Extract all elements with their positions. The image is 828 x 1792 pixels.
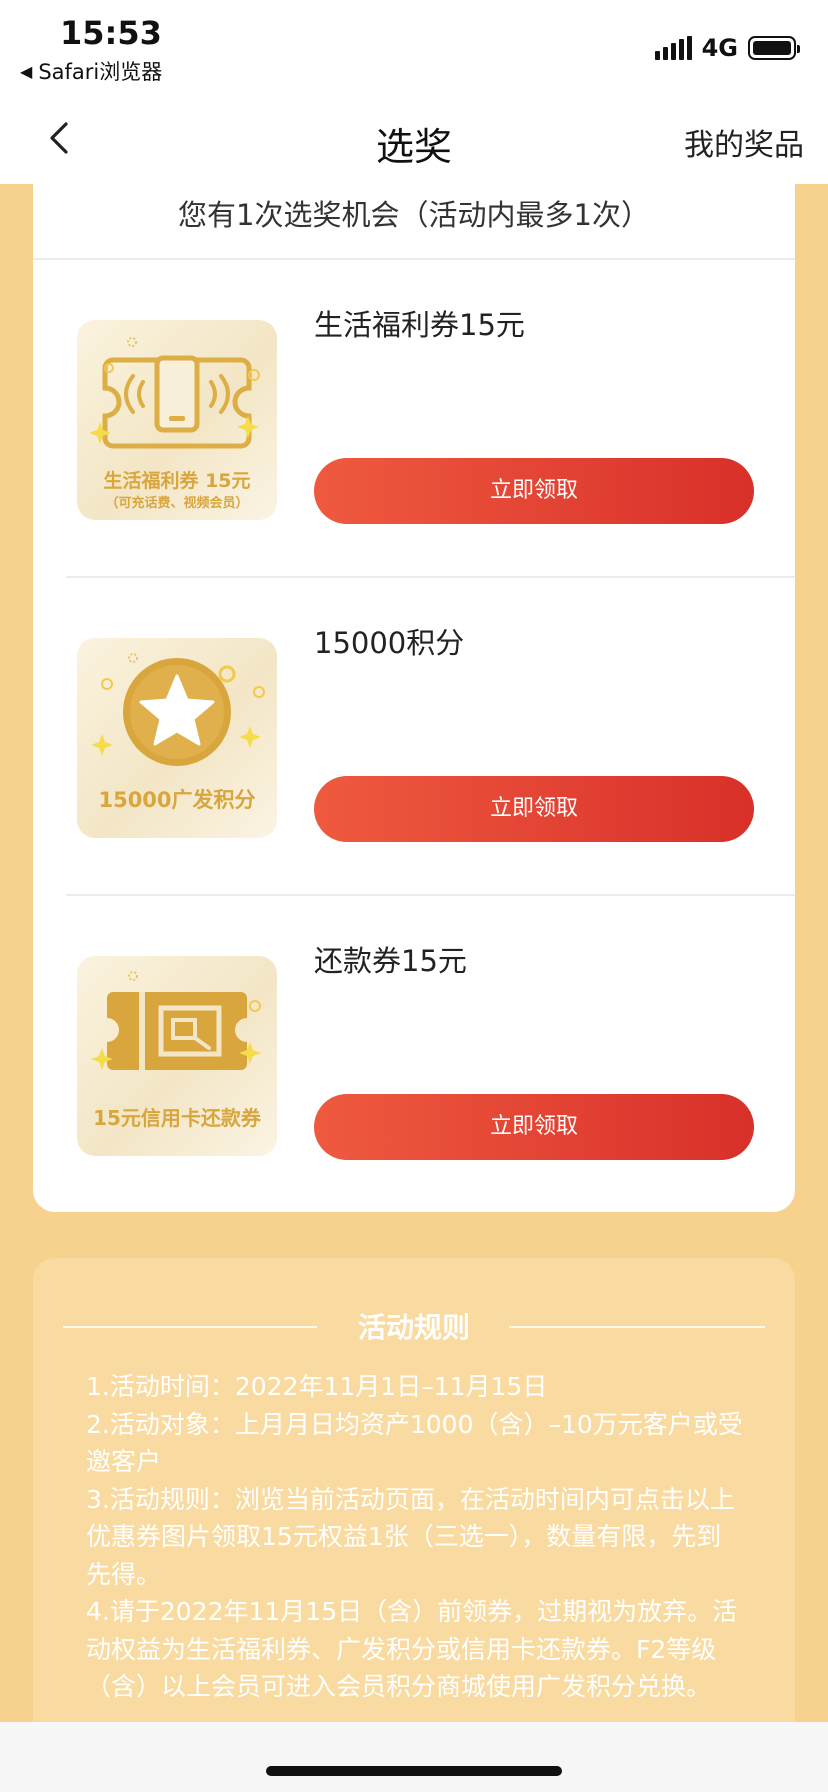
prize-item: 15000广发积分 15000积分 立即领取 <box>33 578 795 896</box>
claim-button[interactable]: 立即领取 <box>314 776 754 842</box>
rule-line: 1.活动时间：2022年11月1日–11月15日 <box>86 1372 548 1401</box>
prize-item: 生活福利券 15元 （可充话费、视频会员） 生活福利券15元 立即领取 <box>33 260 795 578</box>
phone-ticket-icon[interactable]: 生活福利券 15元 （可充话费、视频会员） <box>77 320 277 520</box>
home-indicator[interactable] <box>266 1766 562 1776</box>
rules-header: 活动规则 <box>33 1306 795 1346</box>
prize-name: 生活福利券15元 <box>314 308 525 342</box>
rules-section: 活动规则 1.活动时间：2022年11月1日–11月15日 2.活动对象：上月月… <box>33 1258 795 1792</box>
rules-body: 1.活动时间：2022年11月1日–11月15日 2.活动对象：上月月日均资产1… <box>86 1368 745 1706</box>
status-indicators: 4G <box>654 34 800 62</box>
status-time: 15:53 <box>60 14 162 52</box>
status-bar: 15:53 ◀ Safari浏览器 4G <box>0 0 828 92</box>
repayment-ticket-icon[interactable]: 15元信用卡还款券 <box>77 956 277 1156</box>
rule-line: 4.请于2022年11月15日（含）前领券，过期视为放弃。活动权益为生活福利券、… <box>86 1597 738 1701</box>
prize-image-caption: 15000广发积分 <box>98 788 256 812</box>
network-type: 4G <box>701 34 738 62</box>
claim-button[interactable]: 立即领取 <box>314 1094 754 1160</box>
prize-image-subcaption: （可充话费、视频会员） <box>105 496 249 511</box>
rule-line: 2.活动对象：上月月日均资产1000（含）–10万元客户或受邀客户 <box>86 1409 743 1477</box>
back-to-safari[interactable]: ◀ Safari浏览器 <box>20 56 162 86</box>
battery-icon <box>748 36 800 60</box>
prize-image-caption: 15元信用卡还款券 <box>93 1106 261 1130</box>
prize-card: 您有1次选奖机会（活动内最多1次） 生活福利券 15元 （可充话费、视频会员） … <box>33 184 795 1212</box>
prize-name: 还款券15元 <box>314 944 467 978</box>
back-app-label: Safari浏览器 <box>38 60 163 84</box>
star-coin-icon[interactable]: 15000广发积分 <box>77 638 277 838</box>
claim-button[interactable]: 立即领取 <box>314 458 754 524</box>
back-triangle-icon: ◀ <box>20 61 33 81</box>
home-indicator-area <box>0 1722 828 1792</box>
prize-item: 15元信用卡还款券 还款券15元 立即领取 <box>33 896 795 1214</box>
my-prizes-link[interactable]: 我的奖品 <box>684 120 804 164</box>
prize-name: 15000积分 <box>314 626 465 660</box>
prize-image-caption: 生活福利券 15元 <box>103 470 251 492</box>
nav-bar: 选奖 我的奖品 <box>0 92 828 184</box>
divider <box>509 1326 765 1328</box>
signal-icon <box>654 36 692 60</box>
chance-text: 您有1次选奖机会（活动内最多1次） <box>178 198 650 232</box>
rule-line: 3.活动规则：浏览当前活动页面，在活动时间内可点击以上优惠券图片领取15元权益1… <box>86 1484 735 1589</box>
